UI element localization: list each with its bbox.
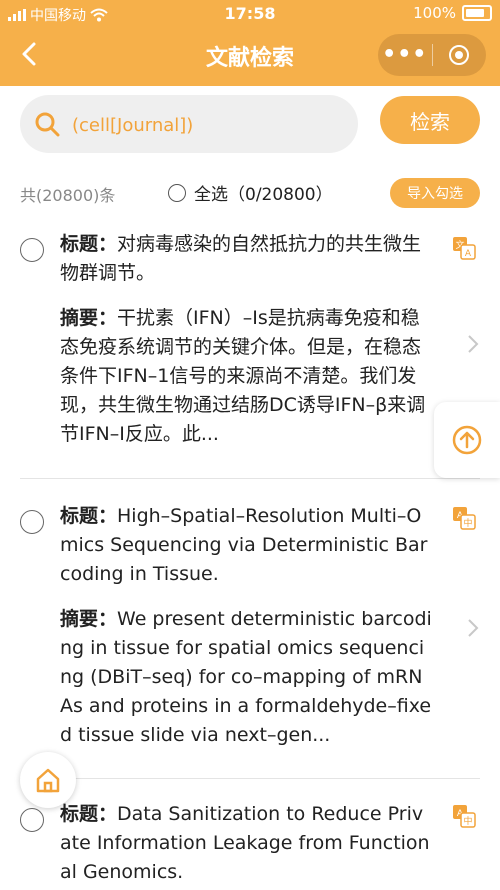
more-button[interactable]: •••: [378, 34, 432, 76]
translate-icon[interactable]: A 中: [452, 506, 476, 530]
status-bar: 中国移动 17:58 100%: [0, 0, 500, 28]
search-input[interactable]: [70, 105, 354, 145]
select-all-label: 全选（0/20800）: [194, 185, 333, 205]
close-program-button[interactable]: [433, 34, 487, 76]
results-count-bar: 共(20800)条 全选（0/20800） 导入勾选: [20, 178, 480, 208]
mini-program-capsule: •••: [378, 34, 486, 76]
result-checkbox[interactable]: [20, 510, 44, 534]
status-right: 100%: [413, 4, 492, 22]
result-title: 标题：Data Sanitization to Reduce Private I…: [60, 803, 430, 883]
chevron-right-icon[interactable]: [466, 334, 480, 354]
result-item[interactable]: 标题：Data Sanitization to Reduce Private I…: [0, 798, 500, 890]
search-icon: [35, 112, 60, 137]
select-all-radio-icon: [168, 183, 186, 202]
target-icon: [449, 45, 470, 65]
result-title: 标题：High–Spatial–Resolution Multi–Omics S…: [60, 505, 428, 585]
translate-icon[interactable]: A 中: [452, 804, 476, 828]
arrow-up-circle-icon: [452, 425, 482, 455]
home-icon: [36, 768, 60, 793]
result-checkbox[interactable]: [20, 238, 44, 262]
scroll-to-top-button[interactable]: [434, 402, 500, 478]
more-dots-icon: •••: [382, 42, 428, 67]
result-content: 标题：Data Sanitization to Reduce Private I…: [60, 800, 432, 887]
divider: [20, 778, 480, 779]
result-content: 标题：High–Spatial–Resolution Multi–Omics S…: [60, 502, 432, 750]
battery-icon: [462, 5, 492, 21]
svg-text:A: A: [465, 249, 472, 259]
search-button[interactable]: 检索: [380, 96, 480, 144]
svg-text:中: 中: [463, 517, 472, 529]
divider: [20, 478, 480, 479]
chevron-right-icon[interactable]: [466, 618, 480, 638]
search-box[interactable]: [20, 95, 358, 153]
result-content: 标题：对病毒感染的自然抵抗力的共生微生物群调节。 摘要：干扰素（IFN）–Is是…: [60, 230, 432, 449]
result-title: 标题：对病毒感染的自然抵抗力的共生微生物群调节。: [60, 233, 422, 284]
translate-icon[interactable]: 文 A: [452, 236, 476, 260]
results-count: 共(20800)条: [20, 186, 116, 205]
header: 中国移动 17:58 100% 文献检索 •••: [0, 0, 500, 86]
result-item[interactable]: 标题：High–Spatial–Resolution Multi–Omics S…: [0, 500, 500, 770]
result-item[interactable]: 标题：对病毒感染的自然抵抗力的共生微生物群调节。 摘要：干扰素（IFN）–Is是…: [0, 226, 500, 476]
result-abstract: 摘要：We present deterministic barcoding in…: [60, 608, 432, 746]
result-checkbox[interactable]: [20, 808, 44, 832]
import-selected-button[interactable]: 导入勾选: [390, 178, 480, 208]
nav-bar: 文献检索 •••: [0, 28, 500, 84]
battery-percent: 100%: [413, 4, 456, 22]
svg-text:中: 中: [463, 815, 472, 827]
select-all-checkbox[interactable]: 全选（0/20800）: [168, 180, 333, 205]
home-button[interactable]: [20, 752, 76, 808]
result-abstract: 摘要：干扰素（IFN）–Is是抗病毒免疫和稳态免疫系统调节的关键介体。但是，在稳…: [60, 307, 426, 445]
